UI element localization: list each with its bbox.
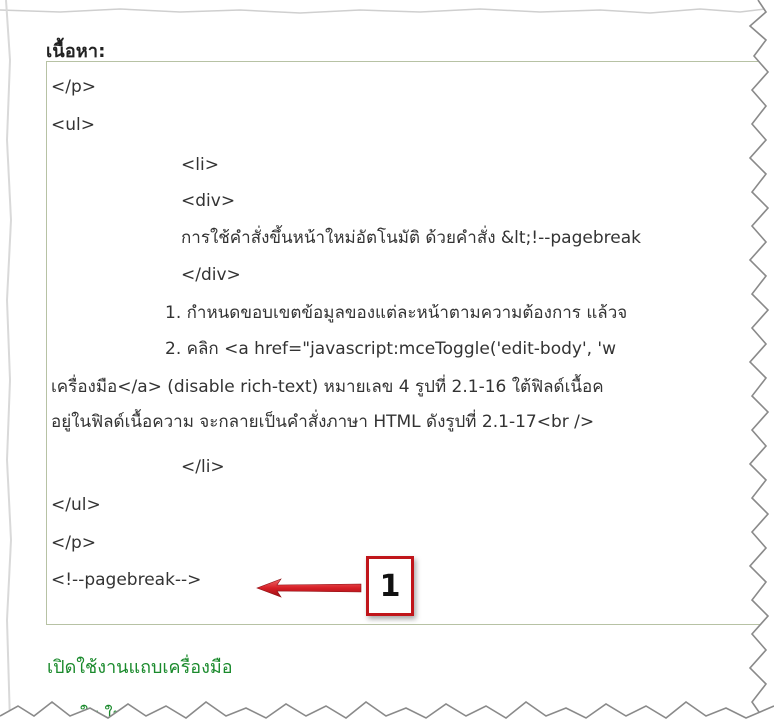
code-line: </p> [51, 533, 97, 553]
pagebreak-line: <!--pagebreak--> [51, 570, 202, 590]
code-line: </div> [181, 265, 241, 285]
code-line: 1. กำหนดขอบเขตข้อมูลของแต่ละหน้าตามความต… [165, 303, 628, 323]
code-line: </p> [51, 77, 97, 97]
body-textarea[interactable]: </p> <ul> <li> <div> การใช้คำสั่งขึ้นหน้… [46, 61, 774, 625]
code-line: <ul> [51, 115, 95, 135]
callout-number-box: 1 [366, 556, 414, 616]
code-line: เครื่องมือ</a> (disable rich-text) หมายเ… [51, 377, 604, 397]
code-line: </li> [181, 457, 225, 477]
cutoff-link-text: ใบ ใหม [80, 705, 136, 722]
torn-top-edge [0, 0, 774, 14]
screenshot-frame: เนื้อหา: </p> <ul> <li> <div> การใช้คำสั… [0, 0, 774, 722]
torn-left-edge [5, 0, 13, 722]
code-line: 2. คลิก <a href="javascript:mceToggle('e… [165, 339, 616, 359]
red-arrow-icon [256, 578, 362, 598]
code-line: การใช้คำสั่งขึ้นหน้าใหม่อัตโนมัติ ด้วยคำ… [181, 228, 641, 248]
code-line: <li> [181, 155, 219, 175]
code-line: <div> [181, 191, 236, 211]
code-line: </ul> [51, 495, 101, 515]
code-line: อยู่ในฟิลด์เนื้อความ จะกลายเป็นคำสั่งภาษ… [51, 412, 595, 432]
enable-toolbar-link[interactable]: เปิดใช้งานแถบเครื่องมือ [47, 652, 233, 681]
